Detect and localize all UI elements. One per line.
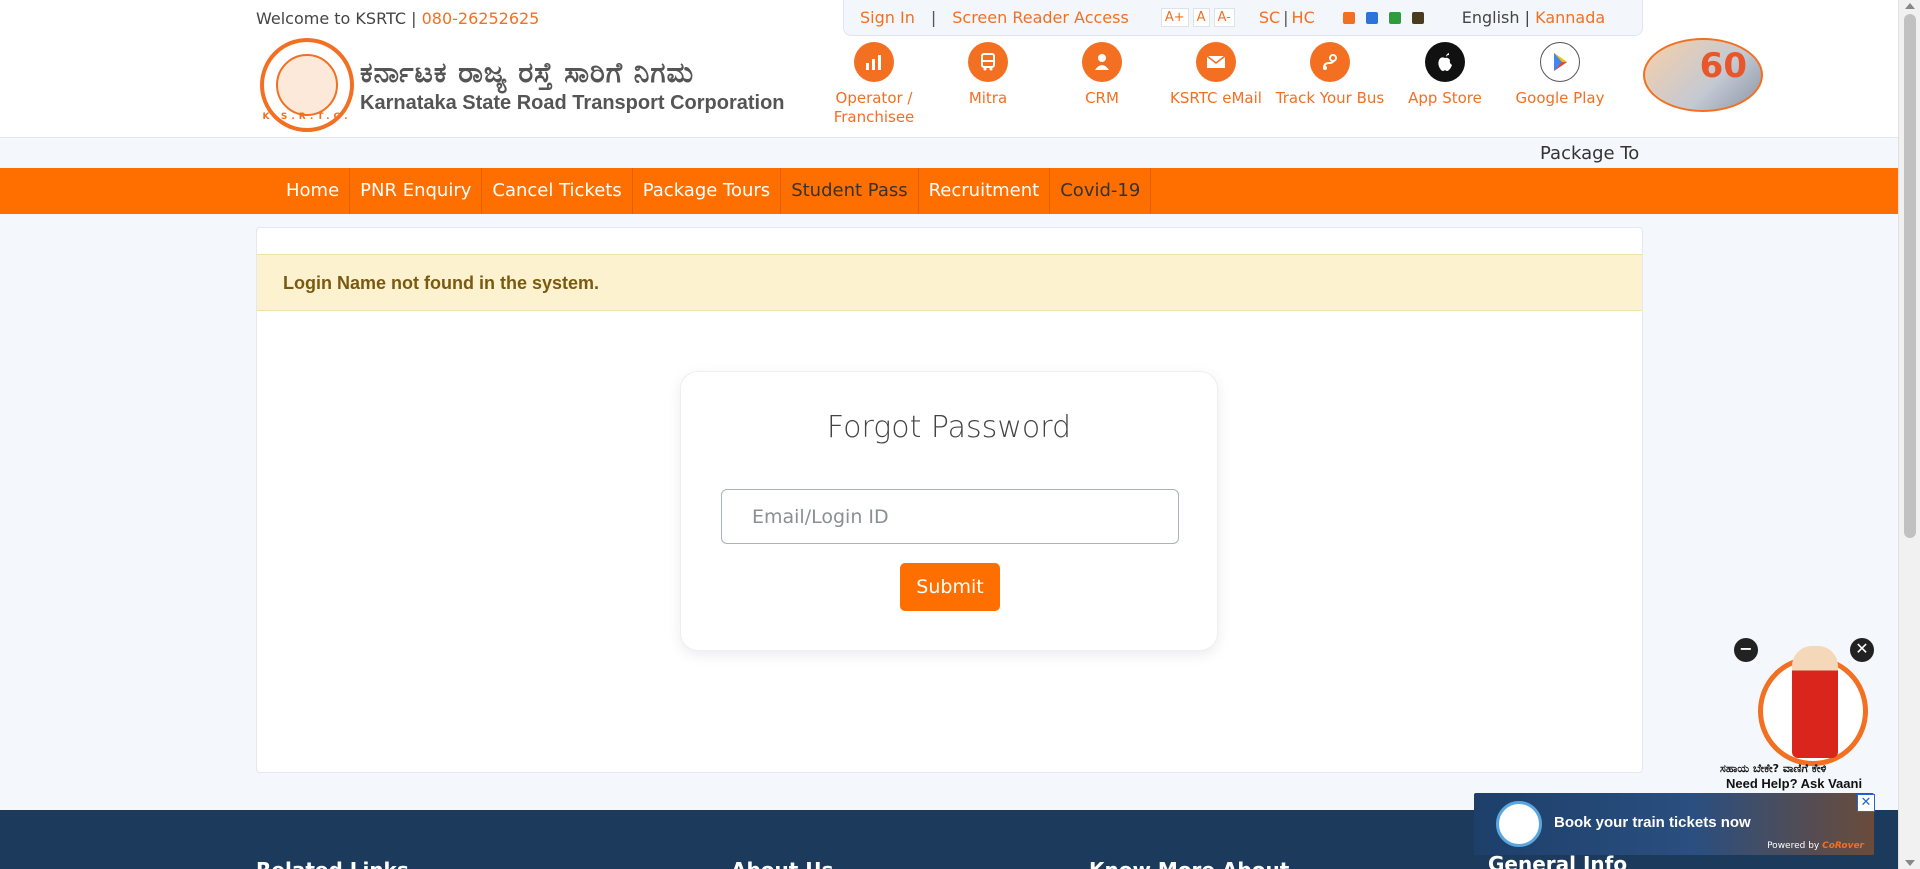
footer-related-links-heading: Related Links <box>256 858 409 869</box>
footer-know-more-heading: Know More About <box>1089 858 1289 869</box>
lang-kannada-link[interactable]: Kannada <box>1535 8 1605 27</box>
ad-close-button[interactable]: ✕ <box>1857 794 1875 812</box>
play-icon <box>1540 42 1580 82</box>
high-contrast-link[interactable]: HC <box>1292 8 1315 27</box>
quick-link-ksrtc-email[interactable]: KSRTC eMail <box>1161 42 1271 108</box>
welcome-message: Welcome to KSRTC | 080-26252625 <box>256 9 539 28</box>
quick-link-track-bus[interactable]: Track Your Bus <box>1275 42 1385 108</box>
screen-reader-access-link[interactable]: Screen Reader Access <box>952 8 1129 27</box>
font-increase-button[interactable]: A+ <box>1160 8 1189 27</box>
site-header: Welcome to KSRTC | 080-26252625 Sign In … <box>0 0 1898 164</box>
accessibility-bar: Sign In | Screen Reader Access A+ A A- S… <box>843 0 1643 36</box>
train-ticket-ad-banner[interactable]: Book your train tickets now Powered by C… <box>1474 793 1875 855</box>
chatbot-kannada-text: ಸಹಾಯ ಬೇಕೇ? ವಾಣಿಗೆ ಕೇಳಿ <box>1720 762 1827 775</box>
chatbot-help-text: Need Help? Ask Vaani <box>1726 776 1863 791</box>
theme-brown-swatch[interactable] <box>1411 11 1424 24</box>
theme-green-swatch[interactable] <box>1388 11 1401 24</box>
separator: | <box>930 8 937 27</box>
vaani-chatbot-widget[interactable]: − ✕ ಸಹಾಯ ಬೇಕೇ? ವಾಣಿಗೆ ಕೇಳಿ Need Help? As… <box>1720 636 1874 792</box>
quick-link-app-store[interactable]: App Store <box>1390 42 1500 108</box>
quick-link-operator[interactable]: Operator / Franchisee <box>819 42 929 127</box>
chatbot-assistant-icon <box>1792 646 1838 758</box>
bus-icon <box>968 42 1008 82</box>
theme-orange-swatch[interactable] <box>1342 11 1355 24</box>
ad-avatar-icon <box>1496 801 1542 847</box>
font-decrease-button[interactable]: A- <box>1213 8 1235 27</box>
font-normal-button[interactable]: A <box>1192 8 1210 27</box>
nav-package-tours[interactable]: Package Tours <box>633 168 782 214</box>
scroll-up-arrow-icon[interactable] <box>1905 3 1915 9</box>
scroll-down-arrow-icon[interactable] <box>1905 860 1915 866</box>
language-switcher: English | Kannada <box>1462 8 1605 27</box>
quick-link-label: Operator / Franchisee <box>833 89 915 126</box>
nav-pnr-enquiry[interactable]: PNR Enquiry <box>350 168 483 214</box>
chatbot-minimize-button[interactable]: − <box>1734 638 1758 662</box>
logo-name-kannada: ಕರ್ನಾಟಕ ರಾಜ್ಯ ರಸ್ತೆ ಸಾರಿಗೆ ನಿಗಮ <box>360 55 695 89</box>
emblem-text: K.S.R.T.C. <box>262 112 352 122</box>
nav-student-pass[interactable]: Student Pass <box>781 168 919 214</box>
theme-color-swatches <box>1342 11 1424 24</box>
forgot-password-title: Forgot Password <box>826 410 1072 445</box>
scrollbar-thumb[interactable] <box>1904 14 1916 538</box>
quick-link-google-play[interactable]: Google Play <box>1505 42 1615 108</box>
page-scrollbar[interactable] <box>1898 0 1920 869</box>
route-icon <box>1310 42 1350 82</box>
quick-link-crm[interactable]: CRM <box>1047 42 1157 108</box>
email-login-id-input[interactable] <box>721 489 1179 544</box>
font-size-controls: A+ A A- <box>1160 8 1235 27</box>
quick-link-label: KSRTC eMail <box>1170 89 1262 107</box>
apple-icon <box>1425 42 1465 82</box>
logo-name-english: Karnataka State Road Transport Corporati… <box>360 91 785 114</box>
mail-icon <box>1196 42 1236 82</box>
theme-blue-swatch[interactable] <box>1365 11 1378 24</box>
standard-contrast-link[interactable]: SC <box>1259 8 1280 27</box>
separator: | <box>1524 8 1531 27</box>
announcement-marquee: Package To <box>1540 143 1640 164</box>
chatbot-close-button[interactable]: ✕ <box>1850 638 1874 662</box>
nav-home[interactable]: Home <box>276 168 351 214</box>
welcome-text: Welcome to KSRTC | <box>256 9 417 28</box>
quick-link-label: Google Play <box>1515 89 1605 107</box>
quick-link-label: Mitra <box>968 89 1008 107</box>
submit-button[interactable]: Submit <box>900 563 1000 611</box>
ad-text: Book your train tickets now <box>1554 814 1751 831</box>
contrast-controls: SC | HC <box>1259 8 1315 27</box>
footer-about-us-heading: About Us <box>731 858 833 869</box>
helpline-phone-link[interactable]: 080-26252625 <box>422 9 540 28</box>
quick-link-label: CRM <box>1085 89 1119 107</box>
anniversary-badge: 60 <box>1643 38 1763 112</box>
sign-in-link[interactable]: Sign In <box>860 8 915 27</box>
main-navigation: Home PNR Enquiry Cancel Tickets Package … <box>0 168 1898 214</box>
nav-covid-19[interactable]: Covid-19 <box>1050 168 1152 214</box>
ad-powered-by: Powered by CoRover <box>1767 841 1864 851</box>
forgot-password-card: Forgot Password Submit <box>680 371 1218 651</box>
anniversary-number: 60 <box>1699 46 1747 86</box>
quick-link-label: App Store <box>1408 89 1482 107</box>
ad-powered-label: Powered by <box>1767 841 1820 851</box>
ksrtc-logo[interactable]: K.S.R.T.C. ಕರ್ನಾಟಕ ರಾಜ್ಯ ರಸ್ತೆ ಸಾರಿಗೆ ನಿ… <box>260 38 785 132</box>
user-icon <box>1082 42 1122 82</box>
separator: | <box>1283 8 1289 27</box>
error-alert: Login Name not found in the system. <box>257 254 1642 311</box>
chart-icon <box>854 42 894 82</box>
ksrtc-emblem-icon: K.S.R.T.C. <box>260 38 354 132</box>
nav-recruitment[interactable]: Recruitment <box>919 168 1051 214</box>
quick-link-label: Track Your Bus <box>1275 89 1385 107</box>
ad-powered-brand: CoRover <box>1822 841 1864 851</box>
nav-cancel-tickets[interactable]: Cancel Tickets <box>482 168 633 214</box>
quick-link-mitra[interactable]: Mitra <box>933 42 1043 108</box>
lang-english-link[interactable]: English <box>1462 8 1520 27</box>
